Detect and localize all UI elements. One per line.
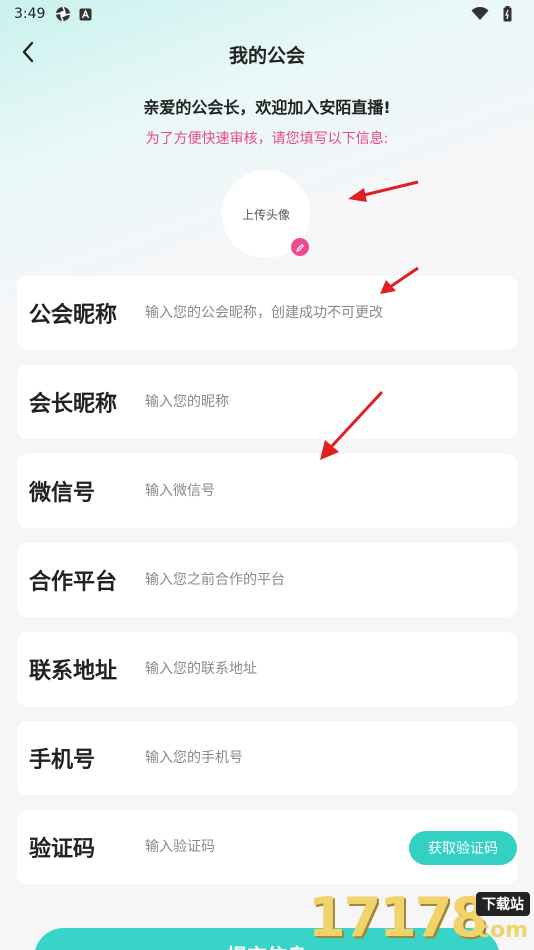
address-label: 联系地址 (29, 659, 118, 684)
site-watermark-logo: 17178 下载站 .com (308, 886, 530, 950)
avatar-upload-label: 上传头像 (241, 207, 290, 222)
wifi-icon (471, 7, 489, 21)
battery-icon (503, 6, 512, 22)
app-header: 我的公会 (0, 32, 534, 76)
annotation-arrow-icon (320, 390, 384, 460)
annotation-arrow-icon (348, 180, 419, 202)
platform-label: 合作平台 (29, 570, 118, 595)
guild-nickname-field: 公会昵称 (17, 276, 517, 350)
wechat-field: 微信号 (17, 454, 517, 528)
address-input[interactable] (145, 661, 445, 677)
leader-nickname-field: 会长昵称 (17, 365, 517, 439)
get-code-button[interactable]: 获取验证码 (409, 831, 517, 865)
verification-code-input[interactable] (145, 839, 385, 855)
page-title: 我的公会 (228, 44, 305, 67)
welcome-text: 亲爱的公会长，欢迎加入安陌直播! (143, 98, 391, 117)
status-time: 3:49 (14, 6, 46, 22)
annotation-arrow-icon (380, 266, 419, 294)
status-bar: 3:49 (0, 0, 534, 28)
watermark-tag: 下载站 (476, 892, 530, 916)
watermark-digits: 17178 (308, 886, 488, 949)
wechat-label: 微信号 (29, 481, 96, 506)
leader-nickname-label: 会长昵称 (29, 392, 118, 417)
phone-label: 手机号 (29, 748, 96, 773)
address-field: 联系地址 (17, 632, 517, 706)
leader-nickname-input[interactable] (145, 394, 445, 410)
wechat-input[interactable] (145, 483, 445, 499)
back-button[interactable] (14, 40, 42, 68)
platform-input[interactable] (145, 572, 445, 588)
aperture-icon (55, 6, 71, 22)
submit-button-label: 提交信息 (227, 940, 307, 950)
phone-input[interactable] (145, 750, 445, 766)
phone-field: 手机号 (17, 721, 517, 795)
welcome-subtitle: 为了方便快速审核，请您填写以下信息: (145, 131, 389, 147)
pencil-icon (295, 238, 305, 257)
platform-field: 合作平台 (17, 543, 517, 617)
a-badge-icon (79, 8, 92, 21)
chevron-left-icon (21, 41, 35, 67)
verification-code-field: 验证码 获取验证码 (17, 810, 517, 884)
avatar-edit-button[interactable] (291, 238, 309, 256)
guild-nickname-input[interactable] (145, 305, 445, 321)
watermark-suffix: .com (468, 918, 528, 943)
guild-nickname-label: 公会昵称 (29, 303, 118, 328)
verification-code-label: 验证码 (29, 837, 96, 862)
